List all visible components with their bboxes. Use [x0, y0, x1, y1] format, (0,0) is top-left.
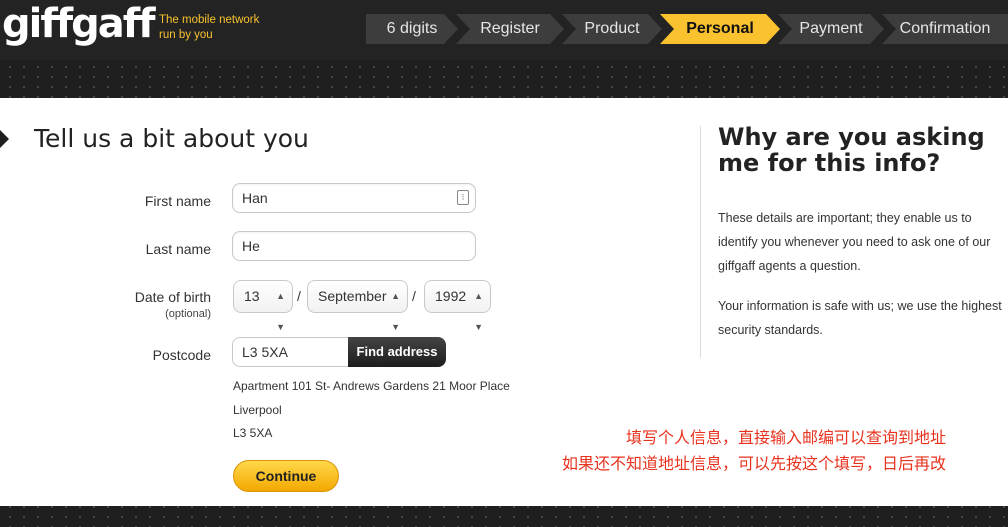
- last-name-value: He: [242, 238, 260, 254]
- step-confirmation[interactable]: Confirmation: [882, 14, 1008, 44]
- top-bar: giffgaff The mobile network run by you 6…: [0, 0, 1008, 60]
- dob-separator: /: [412, 288, 416, 304]
- sidebar-title: Why are you asking me for this info?: [718, 123, 985, 177]
- step-payment[interactable]: Payment: [778, 14, 884, 44]
- dob-optional-label: (optional): [165, 308, 211, 320]
- last-name-field[interactable]: He: [232, 231, 476, 261]
- form-title: Tell us a bit about you: [34, 124, 309, 153]
- dob-year-select[interactable]: 1992 ▲ ▼: [424, 280, 491, 332]
- step-register[interactable]: Register: [456, 14, 564, 44]
- dob-year-value: 1992: [435, 288, 467, 304]
- step-6-digits[interactable]: 6 digits: [366, 14, 458, 44]
- dob-month-value: September: [318, 288, 387, 304]
- tagline: The mobile network run by you: [159, 13, 259, 43]
- first-name-field[interactable]: Han ⁝: [232, 183, 476, 213]
- address-line: L3 5XA: [233, 426, 273, 440]
- step-personal[interactable]: Personal: [660, 14, 780, 44]
- annotation-line: 如果还不知道地址信息，可以先按这个填写，日后再改: [561, 454, 946, 473]
- continue-button[interactable]: Continue: [233, 460, 339, 492]
- sidebar-paragraph: These details are important; they enable…: [718, 211, 991, 273]
- dob-month-select[interactable]: September ▲ ▼: [307, 280, 408, 332]
- giffgaff-logo[interactable]: giffgaff: [2, 2, 156, 46]
- select-arrows-icon: ▲ ▼: [474, 291, 483, 332]
- divider: [700, 126, 701, 358]
- last-name-label: Last name: [145, 241, 211, 257]
- first-name-label: First name: [144, 193, 211, 209]
- select-arrows-icon: ▲ ▼: [276, 291, 285, 332]
- tagline-line1: The mobile network: [159, 14, 260, 26]
- select-arrows-icon: ▲ ▼: [391, 291, 400, 332]
- contact-card-icon[interactable]: ⁝: [457, 190, 469, 205]
- step-product[interactable]: Product: [562, 14, 662, 44]
- postcode-value: L3 5XA: [242, 344, 288, 360]
- first-name-value: Han: [242, 190, 268, 206]
- dob-day-value: 13: [244, 288, 260, 304]
- dob-separator: /: [297, 288, 301, 304]
- dob-day-select[interactable]: 13 ▲ ▼: [233, 280, 293, 332]
- address-line: Apartment 101 St- Andrews Gardens 21 Moo…: [233, 379, 510, 393]
- postcode-label: Postcode: [152, 347, 211, 363]
- address-line: Liverpool: [233, 403, 282, 417]
- sidebar-paragraph: Your information is safe with us; we use…: [718, 299, 1002, 337]
- dob-label: Date of birth: [134, 289, 211, 305]
- tagline-line2: run by you: [159, 29, 213, 41]
- find-address-button[interactable]: Find address: [348, 337, 446, 367]
- annotation-line: 填写个人信息，直接输入邮编可以查询到地址: [625, 428, 946, 447]
- panel-notch: [0, 130, 9, 148]
- postcode-input[interactable]: L3 5XA: [232, 337, 348, 367]
